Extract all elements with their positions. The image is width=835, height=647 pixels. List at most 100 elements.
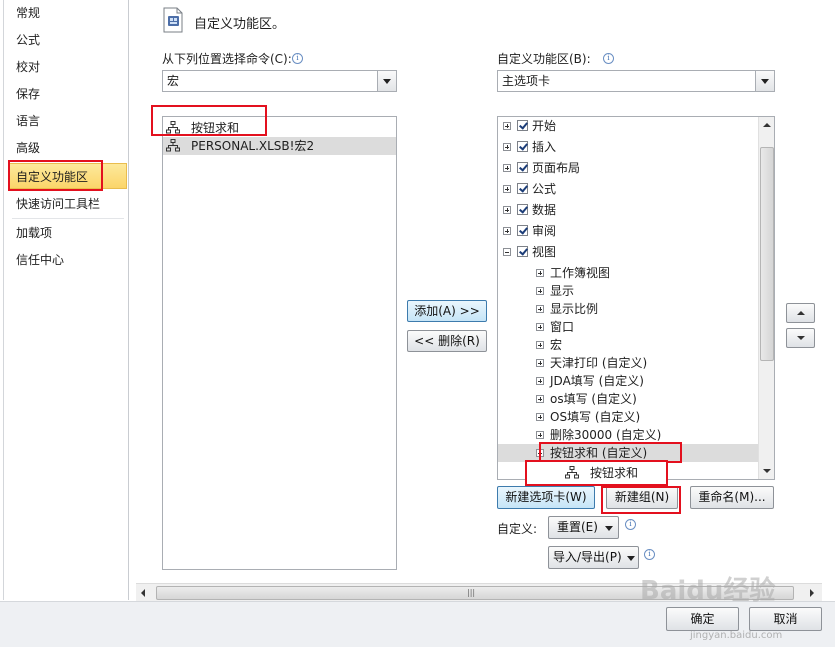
- customize-label: 自定义:: [497, 522, 538, 536]
- choose-commands-label: 从下列位置选择命令(C):: [162, 52, 292, 66]
- expand-icon[interactable]: [503, 206, 511, 214]
- tree-group[interactable]: os填写 (自定义): [498, 390, 758, 408]
- reset-button[interactable]: 重置(E): [548, 516, 619, 539]
- commands-list[interactable]: 按钮求和 PERSONAL.XLSB!宏2: [162, 116, 397, 570]
- tree-tab-page-layout[interactable]: 页面布局: [498, 159, 758, 177]
- tree-group[interactable]: 工作簿视图: [498, 264, 758, 282]
- tree-item-label: 插入: [532, 140, 557, 154]
- tree-group[interactable]: 天津打印 (自定义): [498, 354, 758, 372]
- expand-icon[interactable]: [536, 395, 544, 403]
- info-icon: i: [625, 519, 636, 530]
- info-icon: i: [603, 53, 614, 64]
- ribbon-tabs-combo[interactable]: 主选项卡: [497, 70, 775, 92]
- tree-item-label: 窗口: [550, 320, 575, 334]
- tree-group[interactable]: 宏: [498, 336, 758, 354]
- choose-commands-combo[interactable]: 宏: [162, 70, 397, 92]
- chevron-down-icon: [627, 556, 635, 561]
- sidebar-divider: [12, 218, 124, 219]
- tree-tab-home[interactable]: 开始: [498, 117, 758, 135]
- tree-item-label: 天津打印 (自定义): [550, 356, 648, 370]
- tree-group[interactable]: 显示比例: [498, 300, 758, 318]
- import-export-button[interactable]: 导入/导出(P): [548, 546, 639, 569]
- expand-icon[interactable]: [536, 269, 544, 277]
- customize-ribbon-label: 自定义功能区(B):: [497, 52, 591, 66]
- info-icon: i: [292, 53, 303, 64]
- combo-dropdown-button[interactable]: [377, 71, 396, 91]
- collapse-icon[interactable]: [503, 248, 511, 256]
- ribbon-tree[interactable]: 开始 插入 页面布局 公式 数据 审阅 视图 工作簿视图 显示 显示比例 窗口 …: [497, 116, 775, 480]
- list-item[interactable]: PERSONAL.XLSB!宏2: [163, 137, 396, 155]
- expand-icon[interactable]: [503, 185, 511, 193]
- sidebar-item-language[interactable]: 语言: [16, 111, 40, 131]
- tab-checkbox[interactable]: [517, 141, 528, 152]
- sidebar-item-general[interactable]: 常规: [16, 3, 40, 23]
- tab-checkbox[interactable]: [517, 225, 528, 236]
- tree-group[interactable]: 窗口: [498, 318, 758, 336]
- expand-icon[interactable]: [536, 323, 544, 331]
- expand-icon[interactable]: [536, 287, 544, 295]
- tree-group[interactable]: OS填写 (自定义): [498, 408, 758, 426]
- sidebar-item-quick-access-toolbar[interactable]: 快速访问工具栏: [16, 194, 100, 214]
- tree-item-label: 数据: [532, 203, 557, 217]
- add-button[interactable]: 添加(A) >>: [407, 300, 487, 322]
- tab-checkbox[interactable]: [517, 246, 528, 257]
- tree-tab-view[interactable]: 视图: [498, 243, 758, 261]
- expand-icon[interactable]: [536, 359, 544, 367]
- page-title: 自定义功能区。: [194, 17, 286, 32]
- sidebar-item-save[interactable]: 保存: [16, 84, 40, 104]
- chevron-down-icon: [383, 79, 391, 84]
- expand-icon[interactable]: [503, 227, 511, 235]
- tree-item-label: 开始: [532, 119, 557, 133]
- scroll-down-icon[interactable]: [763, 469, 771, 473]
- tree-item-label: 工作簿视图: [550, 266, 611, 280]
- combo-dropdown-button[interactable]: [755, 71, 774, 91]
- tree-group[interactable]: 显示: [498, 282, 758, 300]
- tree-group[interactable]: JDA填写 (自定义): [498, 372, 758, 390]
- tree-tab-insert[interactable]: 插入: [498, 138, 758, 156]
- sidebar-item-add-ins[interactable]: 加载项: [16, 223, 52, 243]
- scroll-right-icon[interactable]: [810, 589, 814, 597]
- tree-tab-review[interactable]: 审阅: [498, 222, 758, 240]
- choose-commands-value: 宏: [167, 74, 180, 88]
- move-up-button[interactable]: [786, 303, 815, 323]
- arrow-down-icon: [797, 336, 805, 340]
- scroll-left-icon[interactable]: [141, 589, 145, 597]
- tree-tab-formulas[interactable]: 公式: [498, 180, 758, 198]
- expand-icon[interactable]: [503, 143, 511, 151]
- sidebar-item-trust-center[interactable]: 信任中心: [16, 250, 64, 270]
- import-export-label: 导入/导出(P): [553, 550, 622, 564]
- expand-icon[interactable]: [536, 341, 544, 349]
- tree-item-label: 公式: [532, 182, 557, 196]
- annotation-highlight-new-group: [601, 486, 681, 514]
- expand-icon[interactable]: [536, 305, 544, 313]
- expand-icon[interactable]: [536, 413, 544, 421]
- tab-checkbox[interactable]: [517, 204, 528, 215]
- tree-item-label: 页面布局: [532, 161, 581, 175]
- tab-checkbox[interactable]: [517, 120, 528, 131]
- reset-label: 重置(E): [557, 520, 598, 534]
- info-icon: i: [644, 549, 655, 560]
- expand-icon[interactable]: [536, 377, 544, 385]
- expand-icon[interactable]: [536, 431, 544, 439]
- sidebar-item-proofing[interactable]: 校对: [16, 57, 40, 77]
- tab-checkbox[interactable]: [517, 162, 528, 173]
- scroll-thumb[interactable]: [760, 147, 774, 361]
- tab-checkbox[interactable]: [517, 183, 528, 194]
- tree-item-label: 显示比例: [550, 302, 599, 316]
- tree-scrollbar[interactable]: [758, 117, 774, 479]
- scroll-up-icon[interactable]: [763, 123, 771, 127]
- sidebar-item-formulas[interactable]: 公式: [16, 30, 40, 50]
- list-item-label: PERSONAL.XLSB!宏2: [191, 139, 315, 153]
- ribbon-tabs-value: 主选项卡: [502, 74, 551, 88]
- expand-icon[interactable]: [503, 164, 511, 172]
- rename-button[interactable]: 重命名(M)...: [690, 486, 774, 509]
- remove-button[interactable]: << 删除(R): [407, 330, 487, 352]
- sidebar-item-advanced[interactable]: 高级: [16, 138, 40, 158]
- annotation-highlight-sidebar: [8, 160, 103, 191]
- tree-tab-data[interactable]: 数据: [498, 201, 758, 219]
- expand-icon[interactable]: [503, 122, 511, 130]
- ok-button[interactable]: 确定: [666, 607, 739, 631]
- cancel-button[interactable]: 取消: [749, 607, 822, 631]
- new-tab-button[interactable]: 新建选项卡(W): [497, 486, 595, 509]
- move-down-button[interactable]: [786, 328, 815, 348]
